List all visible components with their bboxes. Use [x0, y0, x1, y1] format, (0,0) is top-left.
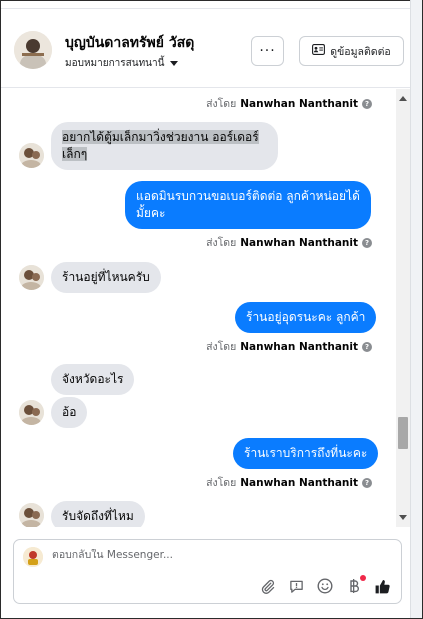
- emoji-icon[interactable]: [316, 577, 334, 595]
- saved-replies-icon[interactable]: [287, 577, 305, 595]
- incoming-message[interactable]: อ้อ: [51, 397, 88, 428]
- more-options-button[interactable]: ···: [251, 36, 284, 66]
- customer-avatar: [19, 265, 44, 290]
- outgoing-message[interactable]: แอดมินรบกวนขอเบอร์ติดต่อ ลูกค้าหน่อยได้ม…: [125, 181, 371, 229]
- incoming-message[interactable]: จังหวัดอะไร: [51, 364, 135, 395]
- view-contact-button[interactable]: ดูข้อมูลติดต่อ: [299, 36, 404, 66]
- incoming-message[interactable]: รับจัดถึงที่ไหม: [51, 501, 145, 527]
- sent-by-line: ส่งโดย Nanwhan Nanthanit ?: [206, 95, 372, 112]
- thread-scrollbar[interactable]: [396, 89, 410, 527]
- contact-card-icon: [312, 44, 326, 58]
- sender-avatar: [23, 547, 43, 567]
- outgoing-message[interactable]: ร้านอยู่อุดรนะคะ ลูกค้า: [235, 302, 377, 333]
- sent-by-line: ส่งโดย Nanwhan Nanthanit ?: [206, 474, 372, 491]
- more-icon: ···: [259, 43, 276, 59]
- agent-name: Nanwhan Nanthanit: [240, 476, 358, 489]
- reply-composer: [13, 539, 402, 604]
- assign-conversation-dropdown[interactable]: มอบหมายการสนทนานี้: [65, 56, 179, 71]
- info-icon[interactable]: ?: [362, 98, 372, 109]
- view-contact-label: ดูข้อมูลติดต่อ: [330, 45, 391, 58]
- conversation-header: บุญบันดาลทรัพย์ วัสดุ มอบหมายการสนทนานี้…: [1, 8, 410, 88]
- customer-avatar: [19, 400, 44, 425]
- message-input[interactable]: [52, 549, 352, 561]
- notification-dot: [360, 575, 366, 581]
- like-icon[interactable]: [373, 577, 391, 595]
- customer-avatar: [19, 143, 44, 168]
- info-icon[interactable]: ?: [362, 237, 372, 248]
- scroll-thumb[interactable]: [398, 417, 408, 449]
- agent-name: Nanwhan Nanthanit: [240, 340, 358, 353]
- page-avatar: [14, 31, 52, 69]
- customer-avatar: [19, 503, 44, 527]
- window-gutter: [410, 0, 422, 618]
- agent-name: Nanwhan Nanthanit: [240, 236, 358, 249]
- scroll-up-arrow[interactable]: [399, 96, 407, 101]
- agent-name: Nanwhan Nanthanit: [240, 97, 358, 110]
- incoming-message[interactable]: อยากได้ตู้มเล็กมาวิ่งช่วยงาน ออร์เดอร์เล…: [51, 122, 278, 170]
- assign-label: มอบหมายการสนทนานี้: [65, 58, 165, 69]
- scroll-down-arrow[interactable]: [399, 515, 407, 520]
- chevron-down-icon: [170, 61, 179, 66]
- info-icon[interactable]: ?: [362, 341, 372, 352]
- attachment-icon[interactable]: [258, 577, 276, 595]
- sent-by-line: ส่งโดย Nanwhan Nanthanit ?: [206, 338, 372, 355]
- sent-by-line: ส่งโดย Nanwhan Nanthanit ?: [206, 234, 372, 251]
- page-title: บุญบันดาลทรัพย์ วัสดุ: [65, 35, 195, 51]
- message-thread: ส่งโดย Nanwhan Nanthanit ? อยากได้ตู้มเล…: [1, 89, 410, 527]
- incoming-message[interactable]: ร้านอยู่ที่ไหนครับ: [51, 262, 161, 293]
- payment-icon[interactable]: [345, 575, 366, 595]
- info-icon[interactable]: ?: [362, 477, 372, 488]
- outgoing-message[interactable]: ร้านเราบริการถึงที่นะคะ: [233, 438, 379, 469]
